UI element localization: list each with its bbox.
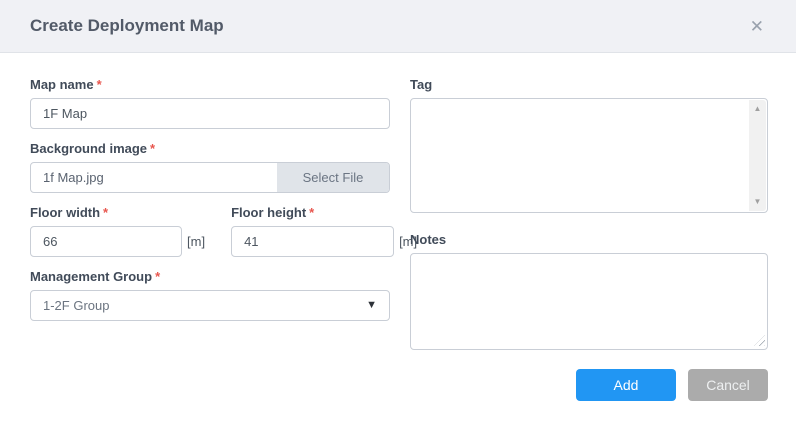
dropdown-arrow-icon: ▼ [366,300,377,311]
floor-width-unit: [m] [187,234,205,249]
tag-label: Tag [410,77,768,92]
floor-width-field-group: Floor width* [m] [30,205,205,257]
select-file-button[interactable]: Select File [277,163,389,192]
right-column: Tag ▲ ▼ Notes Add Cancel [410,77,768,401]
close-icon[interactable]: ✕ [748,16,766,37]
notes-label: Notes [410,232,768,247]
management-group-field-group: Management Group* 1-2F Group ▼ [30,269,390,321]
notes-field-group: Notes [410,232,768,350]
dialog-title: Create Deployment Map [30,16,224,36]
dialog-body: Map name* Background image* 1f Map.jpg S… [0,53,796,401]
background-image-label: Background image* [30,141,390,156]
management-group-label: Management Group* [30,269,390,284]
map-name-label: Map name* [30,77,390,92]
tag-field-group: Tag ▲ ▼ [410,77,768,213]
required-asterisk: * [150,141,155,156]
management-group-label-text: Management Group [30,269,152,284]
floor-height-input[interactable] [231,226,394,257]
cancel-button[interactable]: Cancel [688,369,768,401]
scroll-down-icon[interactable]: ▼ [754,193,762,211]
floor-height-label: Floor height* [231,205,417,220]
floor-height-label-text: Floor height [231,205,306,220]
left-column: Map name* Background image* 1f Map.jpg S… [30,77,390,401]
floor-height-field-group: Floor height* [m] [231,205,417,257]
required-asterisk: * [309,205,314,220]
scroll-up-icon[interactable]: ▲ [754,100,762,118]
notes-textarea[interactable] [410,253,768,350]
add-button[interactable]: Add [576,369,676,401]
tag-listbox[interactable]: ▲ ▼ [410,98,768,213]
floor-dimensions-group: Floor width* [m] Floor height* [30,205,390,257]
required-asterisk: * [97,77,102,92]
tag-scrollbar[interactable]: ▲ ▼ [749,100,766,211]
dialog-actions: Add Cancel [410,369,768,401]
background-image-field-group: Background image* 1f Map.jpg Select File [30,141,390,193]
background-image-filebox: 1f Map.jpg Select File [30,162,390,193]
floor-width-label-text: Floor width [30,205,100,220]
background-image-filename[interactable]: 1f Map.jpg [31,163,277,192]
management-group-selected-value: 1-2F Group [43,298,109,313]
floor-width-label: Floor width* [30,205,205,220]
required-asterisk: * [155,269,160,284]
background-image-label-text: Background image [30,141,147,156]
required-asterisk: * [103,205,108,220]
map-name-field-group: Map name* [30,77,390,129]
floor-width-input[interactable] [30,226,182,257]
dialog-header: Create Deployment Map ✕ [0,0,796,53]
create-deployment-map-dialog: Create Deployment Map ✕ Map name* Backgr… [0,0,796,424]
map-name-input[interactable] [30,98,390,129]
management-group-select[interactable]: 1-2F Group ▼ [30,290,390,321]
map-name-label-text: Map name [30,77,94,92]
